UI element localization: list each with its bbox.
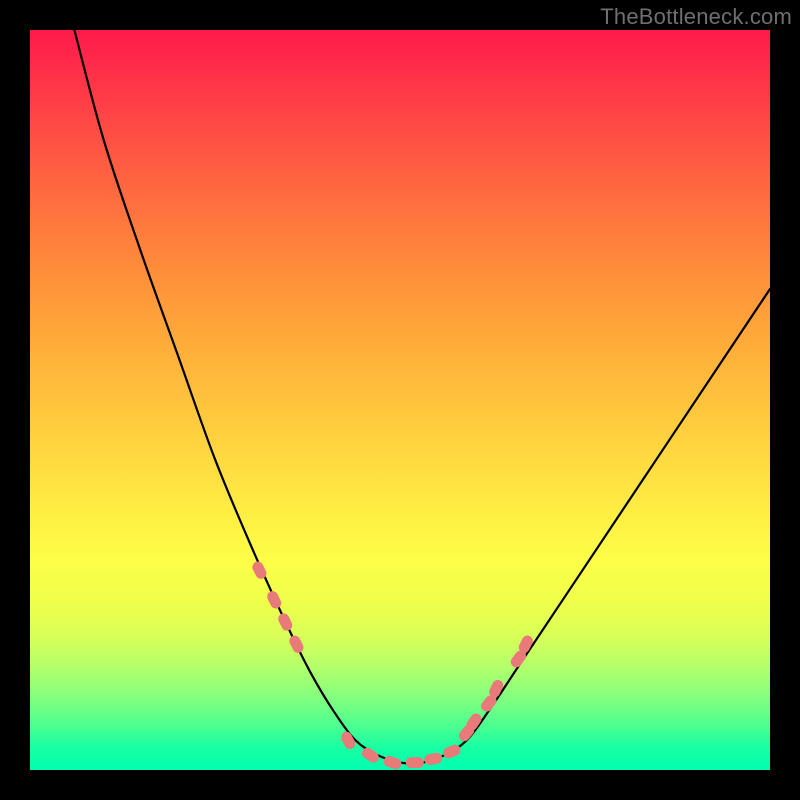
highlighted-point (287, 634, 305, 655)
highlighted-point (276, 611, 294, 632)
highlighted-point (265, 589, 283, 610)
highlighted-points (250, 560, 534, 770)
highlighted-point (360, 746, 381, 765)
curve-layer (30, 30, 770, 770)
highlighted-point (382, 755, 403, 770)
chart-frame: TheBottleneck.com (0, 0, 800, 800)
highlighted-point (406, 757, 424, 768)
highlighted-point (423, 752, 443, 766)
plot-area (30, 30, 770, 770)
watermark-text: TheBottleneck.com (600, 4, 792, 30)
bottleneck-curve (74, 30, 770, 764)
